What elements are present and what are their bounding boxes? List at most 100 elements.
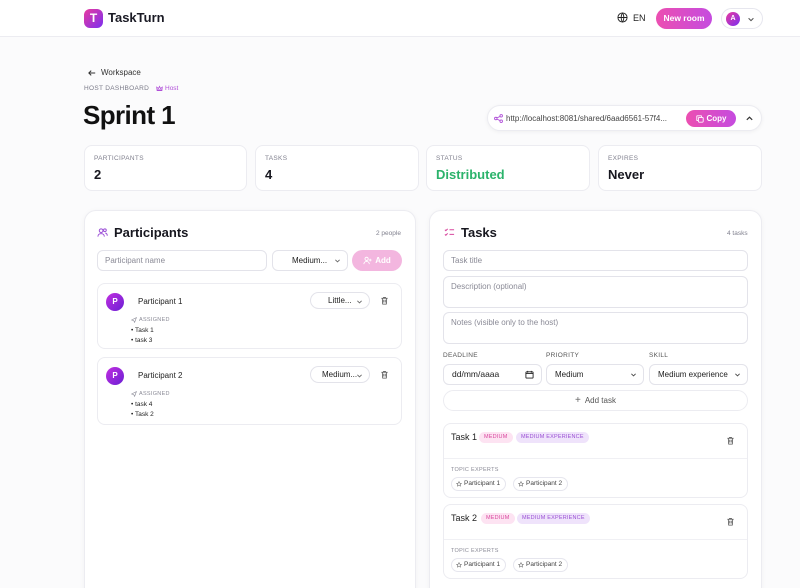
task-notes-input[interactable]: Notes (visible only to the host) — [443, 312, 748, 344]
participant-skill-select[interactable]: Medium... — [310, 366, 370, 383]
new-room-button[interactable]: New room — [656, 8, 712, 29]
participant-name-input[interactable]: Participant name — [97, 250, 267, 271]
brand-name[interactable]: TaskTurn — [108, 10, 165, 25]
assigned-task: • Task 1 — [131, 327, 154, 334]
host-badge-label: Host — [165, 85, 179, 92]
participants-title-label: Participants — [114, 225, 189, 240]
page-overline: HOST DASHBOARD — [84, 85, 150, 92]
expert-chip: Participant 2 — [513, 558, 569, 572]
expert-name: Participant 2 — [526, 480, 563, 487]
globe-icon[interactable] — [617, 12, 628, 23]
star-icon — [518, 562, 524, 568]
participant-skill-value: Medium... — [322, 370, 358, 379]
send-icon — [131, 391, 137, 397]
deadline-label: DEADLINE — [443, 352, 478, 359]
trash-icon[interactable] — [726, 517, 735, 526]
priority-select-value: Medium — [555, 370, 584, 379]
logo[interactable]: T — [84, 9, 103, 28]
participant-skill-select[interactable]: Little... — [310, 292, 370, 309]
stat-tasks: TASKS 4 — [255, 145, 419, 191]
stat-value: Never — [608, 167, 645, 182]
expert-name: Participant 2 — [526, 561, 563, 568]
divider — [444, 458, 747, 459]
avatar: P — [106, 367, 124, 385]
expert-chip: Participant 1 — [451, 477, 507, 491]
expert-name: Participant 1 — [464, 561, 501, 568]
user-menu-button[interactable]: A — [721, 8, 763, 29]
stat-expires: EXPIRES Never — [598, 145, 762, 191]
trash-icon[interactable] — [380, 370, 389, 379]
share-icon — [494, 114, 503, 123]
skill-label: SKILL — [649, 352, 669, 359]
tasks-count: 4 tasks — [727, 230, 748, 237]
participants-count: 2 people — [376, 230, 401, 237]
assigned-task: • task 4 — [131, 401, 153, 408]
stat-value: Distributed — [436, 167, 505, 182]
star-icon — [456, 562, 462, 568]
copy-button[interactable]: Copy — [686, 110, 736, 127]
stat-label: PARTICIPANTS — [94, 155, 144, 162]
chevron-down-icon — [357, 300, 362, 304]
expert-name: Participant 1 — [464, 480, 501, 487]
calendar-icon[interactable] — [525, 370, 534, 379]
avatar: A — [726, 12, 740, 26]
task-card: Task 2 MEDIUM MEDIUM EXPERIENCE TOPIC EX… — [443, 504, 748, 579]
page-title: Sprint 1 — [83, 100, 176, 130]
deadline-input[interactable]: dd/mm/aaaa — [443, 364, 542, 385]
back-link-label: Workspace — [101, 68, 141, 77]
add-task-label: Add task — [584, 396, 616, 405]
stat-value: 4 — [265, 167, 273, 182]
add-task-button[interactable]: + Add task — [443, 390, 748, 411]
trash-icon[interactable] — [380, 296, 389, 305]
copy-button-label: Copy — [706, 114, 727, 123]
share-link-bar: http://localhost:8081/shared/6aad6561-57… — [487, 105, 762, 131]
task-list-icon — [444, 228, 455, 236]
tasks-title-label: Tasks — [461, 225, 497, 240]
chevron-down-icon — [631, 373, 636, 377]
priority-badge: MEDIUM — [481, 513, 515, 524]
expert-chip: Participant 1 — [451, 558, 507, 572]
participant-skill-value: Little... — [328, 296, 352, 305]
task-description-input[interactable]: Description (optional) — [443, 276, 748, 308]
participant-skill-select[interactable]: Medium... — [272, 250, 348, 271]
stat-participants: PARTICIPANTS 2 — [84, 145, 247, 191]
skill-select[interactable]: Medium experience — [649, 364, 748, 385]
stat-label: STATUS — [436, 155, 463, 162]
back-link[interactable]: Workspace — [88, 68, 141, 77]
assigned-task: • task 3 — [131, 337, 153, 344]
participant-card: P Participant 2 Medium... ASSIGNED • tas… — [97, 357, 402, 425]
participant-skill-select-value: Medium... — [292, 256, 328, 265]
arrow-left-icon — [88, 69, 96, 76]
participant-card: P Participant 1 Little... ASSIGNED • Tas… — [97, 283, 402, 349]
stat-label: TASKS — [265, 155, 288, 162]
chevron-down-icon — [357, 374, 362, 378]
add-participant-button[interactable]: Add — [352, 250, 402, 271]
language-selector[interactable]: EN — [633, 13, 646, 23]
assigned-task: • Task 2 — [131, 411, 154, 418]
deadline-value: dd/mm/aaaa — [452, 369, 500, 379]
assigned-label-text: ASSIGNED — [139, 317, 170, 323]
host-badge: Host — [156, 85, 178, 92]
users-icon — [97, 228, 108, 237]
crown-icon — [156, 85, 163, 91]
tasks-title: Tasks — [444, 225, 497, 240]
expert-chip: Participant 2 — [513, 477, 569, 491]
stat-value: 2 — [94, 167, 102, 182]
task-name: Task 2 — [451, 513, 478, 523]
share-url[interactable]: http://localhost:8081/shared/6aad6561-57… — [506, 114, 684, 123]
priority-label: PRIORITY — [546, 352, 580, 359]
topic-experts-label: TOPIC EXPERTS — [451, 548, 499, 554]
chevron-up-icon[interactable] — [745, 114, 754, 123]
priority-select[interactable]: Medium — [546, 364, 644, 385]
assigned-label: ASSIGNED — [131, 317, 170, 323]
task-title-input[interactable]: Task title — [443, 250, 748, 271]
star-icon — [518, 481, 524, 487]
trash-icon[interactable] — [726, 436, 735, 445]
send-icon — [131, 317, 137, 323]
assigned-label-text: ASSIGNED — [139, 391, 170, 397]
chevron-down-icon — [748, 17, 754, 22]
avatar: P — [106, 293, 124, 311]
task-card: Task 1 MEDIUM MEDIUM EXPERIENCE TOPIC EX… — [443, 423, 748, 498]
add-participant-label: Add — [375, 256, 391, 265]
topic-experts-label: TOPIC EXPERTS — [451, 467, 499, 473]
